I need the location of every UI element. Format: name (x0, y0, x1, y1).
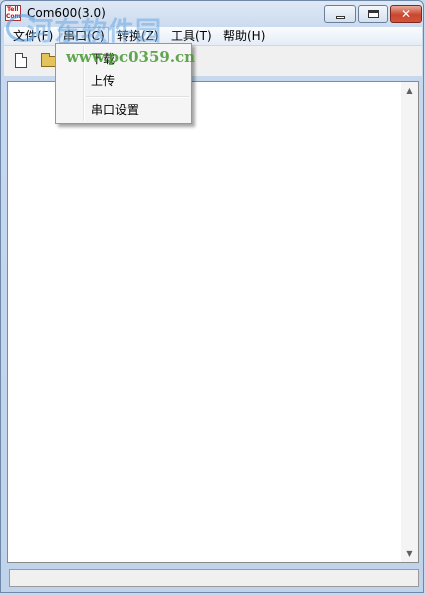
scroll-up-arrow-icon[interactable]: ▲ (401, 82, 418, 99)
menu-help[interactable]: 帮助(H) (220, 29, 268, 43)
app-icon-text-top: Tell (7, 6, 19, 13)
maximize-button[interactable] (358, 5, 388, 23)
minimize-button[interactable] (324, 5, 356, 23)
menu-item-serial-settings[interactable]: 串口设置 (58, 99, 189, 121)
menu-item-upload[interactable]: 上传 (58, 70, 189, 92)
minimize-icon (336, 16, 345, 19)
watermark-url: www.pc0359.cn (66, 48, 196, 66)
menu-tools[interactable]: 工具(T) (168, 29, 215, 43)
vertical-scrollbar[interactable]: ▲ ▼ (401, 82, 418, 562)
scroll-down-arrow-icon[interactable]: ▼ (401, 545, 418, 562)
new-file-icon (15, 53, 27, 68)
menu-separator (86, 96, 189, 98)
close-button[interactable]: ✕ (390, 5, 422, 23)
close-icon: ✕ (400, 7, 412, 21)
new-file-button[interactable] (10, 50, 34, 73)
status-bar (9, 569, 419, 587)
maximize-icon (368, 10, 379, 18)
text-editor-area[interactable]: ▲ ▼ (7, 81, 419, 563)
